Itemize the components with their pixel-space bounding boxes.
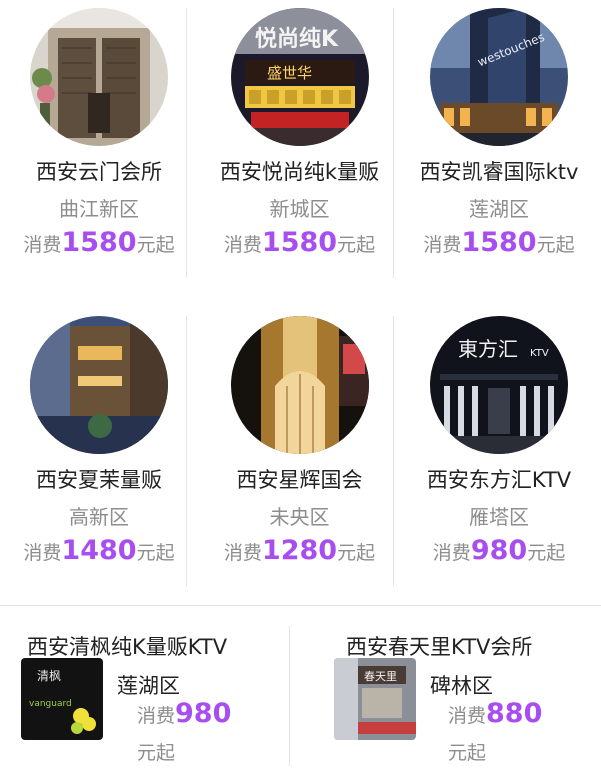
sign-text: 清枫 <box>37 668 61 683</box>
price-value: 1580 <box>261 227 338 258</box>
venue-card[interactable]: 西安春天里KTV会所 春天里 碑林区 消费880 元起 <box>310 626 590 766</box>
price-prefix: 消费 <box>23 234 62 256</box>
venue-area: 曲江新区 <box>59 197 139 221</box>
sign-text: vanguard <box>29 699 72 709</box>
price-value: 980 <box>175 698 232 729</box>
venue-price: 消费1580元起 <box>193 228 406 261</box>
price-prefix: 消费 <box>223 542 262 564</box>
sign-text: 東方汇 <box>458 337 518 361</box>
venue-photo[interactable]: westouches <box>430 8 568 146</box>
venue-name: 西安悦尚纯k量贩 <box>219 160 380 184</box>
venue-name: 西安夏茉量贩 <box>36 468 162 492</box>
price-suffix: 元起 <box>136 542 175 564</box>
venue-price: 消费980元起 <box>400 536 598 569</box>
price-value: 1480 <box>61 535 137 566</box>
venue-photo[interactable] <box>230 316 369 454</box>
venue-card[interactable]: westouches 西安凯睿国际ktv 莲湖区 消费1580元起 <box>400 8 598 261</box>
venue-photo[interactable]: 東方汇 KTV <box>430 316 568 454</box>
price-prefix: 消费 <box>137 705 176 727</box>
price-suffix: 元起 <box>337 234 376 256</box>
sign-text: 盛世华 <box>267 64 312 82</box>
price-prefix: 消费 <box>432 542 471 564</box>
price-prefix: 消费 <box>448 705 487 727</box>
sign-text: 春天里 <box>364 670 397 683</box>
venue-area: 新城区 <box>269 197 330 221</box>
price-value: 1280 <box>261 535 338 566</box>
venue-area: 莲湖区 <box>469 197 529 221</box>
venue-name: 西安东方汇KTV <box>426 468 572 492</box>
price-value: 1580 <box>61 227 137 258</box>
price-prefix: 消费 <box>23 542 62 564</box>
venue-name: 西安凯睿国际ktv <box>419 160 579 184</box>
venue-grid: 西安云门会所 曲江新区 消费1580元起 悦尚纯K 盛世华 西安悦尚纯k量贩 新… <box>0 0 601 600</box>
venue-card[interactable]: 西安星辉国会 未央区 消费1280元起 <box>193 316 406 569</box>
price-suffix: 元起 <box>137 742 176 764</box>
venue-price: 消费880 <box>448 698 542 733</box>
venue-card[interactable]: 西安夏茉量贩 高新区 消费1480元起 <box>0 316 198 569</box>
venue-thumbnail[interactable]: 清枫 vanguard <box>21 658 103 740</box>
venue-area: 高新区 <box>69 505 129 529</box>
venue-price: 消费1280元起 <box>193 536 406 569</box>
column-divider <box>186 316 187 586</box>
venue-price: 消费1480元起 <box>0 536 198 569</box>
column-divider <box>393 316 394 586</box>
venue-photo[interactable] <box>30 316 168 454</box>
sign-text: KTV <box>530 348 549 359</box>
venue-name: 西安清枫纯K量贩KTV <box>27 635 228 659</box>
column-divider <box>186 8 187 278</box>
venue-area: 雁塔区 <box>469 505 529 529</box>
price-suffix: 元起 <box>536 234 575 256</box>
venue-name: 西安星辉国会 <box>236 468 363 492</box>
price-value: 880 <box>486 698 543 729</box>
venue-price: 消费1580元起 <box>0 228 198 261</box>
venue-thumbnail[interactable]: 春天里 <box>334 658 416 740</box>
venue-name: 西安春天里KTV会所 <box>346 635 533 659</box>
price-suffix: 元起 <box>527 542 566 564</box>
venue-photo[interactable] <box>30 8 168 146</box>
section-divider <box>0 605 601 606</box>
price-suffix: 元起 <box>136 234 175 256</box>
price-suffix: 元起 <box>448 742 487 764</box>
column-divider <box>393 8 394 278</box>
venue-card[interactable]: 西安云门会所 曲江新区 消费1580元起 <box>0 8 198 261</box>
price-suffix: 元起 <box>337 542 376 564</box>
venue-price: 消费1580元起 <box>400 228 598 261</box>
venue-photo[interactable]: 悦尚纯K 盛世华 <box>230 8 369 146</box>
price-value: 1580 <box>461 227 537 258</box>
sign-text: 悦尚纯K <box>255 26 339 52</box>
venue-area: 莲湖区 <box>117 674 180 698</box>
venue-area: 碑林区 <box>430 674 493 698</box>
price-prefix: 消费 <box>223 234 262 256</box>
price-value: 980 <box>470 535 528 566</box>
venue-price: 消费980 <box>137 698 231 733</box>
venue-name: 西安云门会所 <box>36 160 162 184</box>
venue-area: 未央区 <box>269 505 330 529</box>
venue-card[interactable]: 悦尚纯K 盛世华 西安悦尚纯k量贩 新城区 消费1580元起 <box>193 8 406 261</box>
column-divider <box>289 626 290 766</box>
price-prefix: 消费 <box>423 234 462 256</box>
venue-card[interactable]: 西安清枫纯K量贩KTV 清枫 vanguard 莲湖区 消费980 元起 <box>0 626 280 766</box>
venue-card[interactable]: 東方汇 KTV 西安东方汇KTV 雁塔区 消费980元起 <box>400 316 598 569</box>
